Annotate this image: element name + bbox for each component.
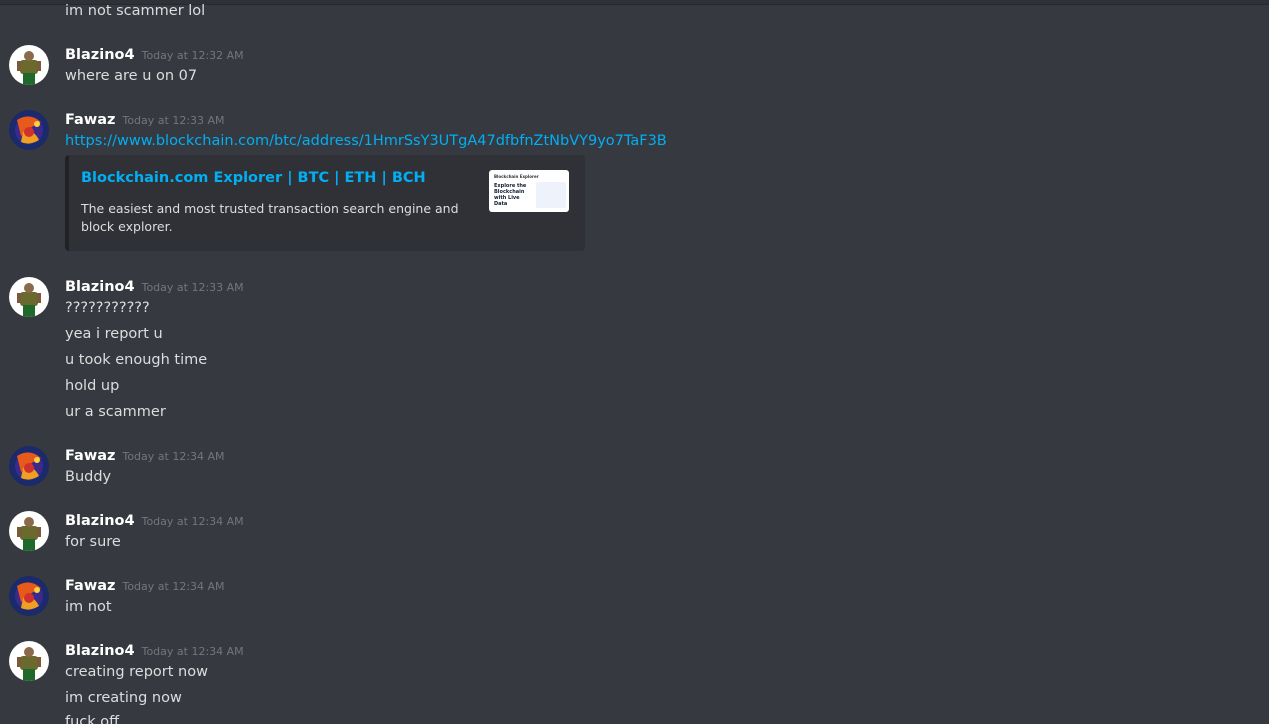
username[interactable]: Blazino4 (65, 643, 135, 659)
avatar-blazino-icon[interactable] (9, 45, 49, 85)
message-header: Blazino4 Today at 12:33 AM (65, 275, 244, 297)
message-line: im not (65, 599, 112, 615)
avatar-blazino-icon[interactable] (9, 277, 49, 317)
message-line: ur a scammer (65, 404, 166, 420)
message-line: hold up (65, 378, 120, 394)
timestamp: Today at 12:34 AM (122, 580, 225, 593)
username[interactable]: Fawaz (65, 448, 115, 464)
message-line: where are u on 07 (65, 68, 198, 84)
thumbnail-panel (536, 182, 566, 208)
avatar-fawaz-icon[interactable] (9, 446, 49, 486)
blockchain-link[interactable]: https://www.blockchain.com/btc/address/1… (65, 133, 667, 149)
username[interactable]: Blazino4 (65, 47, 135, 63)
message-header: Blazino4 Today at 12:34 AM (65, 509, 244, 531)
message-line: fuck off (65, 714, 120, 724)
embed-thumbnail[interactable]: Blockchain Explorer Explore the Blockcha… (489, 170, 569, 212)
message-line: yea i report u (65, 326, 163, 342)
avatar-fawaz-icon[interactable] (9, 576, 49, 616)
message-header: Fawaz Today at 12:34 AM (65, 444, 225, 466)
message-line: for sure (65, 534, 121, 550)
avatar-blazino-icon[interactable] (9, 641, 49, 681)
thumbnail-headline: Explore the Blockchain with Live Data (494, 183, 527, 207)
message-line: Buddy (65, 469, 112, 485)
link-embed: Blockchain.com Explorer | BTC | ETH | BC… (65, 155, 585, 251)
message-line: im creating now (65, 690, 182, 706)
message-line: https://www.blockchain.com/btc/address/1… (65, 131, 667, 151)
embed-description: The easiest and most trusted transaction… (81, 201, 459, 234)
thumbnail-brand: Blockchain Explorer (494, 174, 539, 179)
avatar-blazino-icon[interactable] (9, 511, 49, 551)
message-header: Fawaz Today at 12:34 AM (65, 574, 225, 596)
timestamp: Today at 12:33 AM (141, 281, 244, 294)
username[interactable]: Blazino4 (65, 279, 135, 295)
message-line: ??????????? (65, 300, 150, 316)
timestamp: Today at 12:34 AM (122, 450, 225, 463)
message-line: creating report now (65, 664, 208, 680)
embed-title-link[interactable]: Blockchain.com Explorer | BTC | ETH | BC… (81, 170, 426, 186)
username[interactable]: Blazino4 (65, 513, 135, 529)
timestamp: Today at 12:33 AM (122, 114, 225, 127)
message-header: Blazino4 Today at 12:32 AM (65, 43, 244, 65)
message-line: u took enough time (65, 352, 208, 368)
timestamp: Today at 12:32 AM (141, 49, 244, 62)
message-line: im not scammer lol (65, 3, 206, 19)
chat-messages-area: im not scammer lol Blazino4 Today at 12:3… (0, 0, 1269, 724)
avatar-fawaz-icon[interactable] (9, 110, 49, 150)
username[interactable]: Fawaz (65, 578, 115, 594)
username[interactable]: Fawaz (65, 112, 115, 128)
timestamp: Today at 12:34 AM (141, 645, 244, 658)
timestamp: Today at 12:34 AM (141, 515, 244, 528)
message-header: Fawaz Today at 12:33 AM (65, 108, 225, 130)
message-header: Blazino4 Today at 12:34 AM (65, 639, 244, 661)
